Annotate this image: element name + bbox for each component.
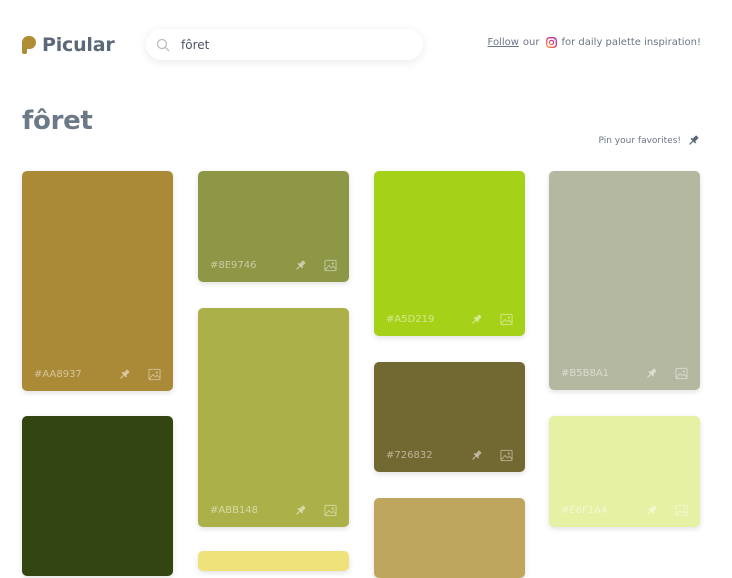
pin-hint: Pin your favorites! — [599, 134, 700, 147]
search-input[interactable] — [179, 36, 413, 53]
image-icon[interactable] — [500, 313, 513, 326]
image-icon[interactable] — [500, 449, 513, 462]
hex-code-label: #AA8937 — [34, 369, 82, 380]
pin-hint-label: Pin your favorites! — [598, 135, 681, 146]
hex-code-label: #A5D219 — [386, 314, 435, 325]
instagram-icon[interactable] — [545, 37, 557, 48]
image-icon[interactable] — [324, 504, 337, 517]
follow-our: our — [522, 37, 540, 48]
picular-logo-icon — [22, 36, 36, 54]
color-swatch-card[interactable] — [374, 498, 525, 578]
pin-icon[interactable] — [470, 449, 483, 462]
search-icon — [156, 38, 170, 51]
pin-icon[interactable] — [470, 313, 483, 326]
image-icon[interactable] — [675, 504, 688, 517]
image-icon[interactable] — [324, 259, 337, 272]
hex-code-label: #ABB148 — [210, 505, 259, 516]
search-bar[interactable] — [146, 29, 423, 60]
brand-name: Picular — [42, 34, 115, 56]
image-icon[interactable] — [675, 367, 688, 380]
pin-icon[interactable] — [687, 134, 700, 147]
hex-code-label: #726832 — [386, 450, 433, 461]
color-swatch-card[interactable]: #726832 — [374, 362, 525, 472]
color-swatch-card[interactable]: #ABB148 — [198, 308, 349, 527]
hex-code-label: #B5B8A1 — [561, 368, 610, 379]
color-swatch-card[interactable]: #B5B8A1 — [549, 171, 700, 390]
logo[interactable]: Picular — [22, 34, 115, 56]
color-swatch-card[interactable]: #A5D219 — [374, 171, 525, 336]
hex-code-label: #8E9746 — [210, 260, 257, 271]
color-swatch-card[interactable]: #AA8937 — [22, 171, 173, 391]
pin-icon[interactable] — [294, 259, 307, 272]
color-swatch-card[interactable] — [198, 551, 349, 571]
pin-icon[interactable] — [645, 504, 658, 517]
color-swatch-card[interactable]: #8E9746 — [198, 171, 349, 282]
image-icon[interactable] — [148, 368, 161, 381]
pin-icon[interactable] — [118, 368, 131, 381]
pin-icon[interactable] — [645, 367, 658, 380]
color-swatch-card[interactable] — [22, 416, 173, 576]
color-swatch-card[interactable]: #E6F1A4 — [549, 416, 700, 527]
hex-code-label: #E6F1A4 — [561, 505, 608, 516]
follow-banner: Follow our for daily palette inspiration… — [488, 37, 701, 48]
page-title: fôret — [22, 106, 93, 136]
follow-tail: for daily palette inspiration! — [561, 37, 702, 48]
follow-link[interactable]: Follow — [488, 37, 519, 48]
pin-icon[interactable] — [294, 504, 307, 517]
